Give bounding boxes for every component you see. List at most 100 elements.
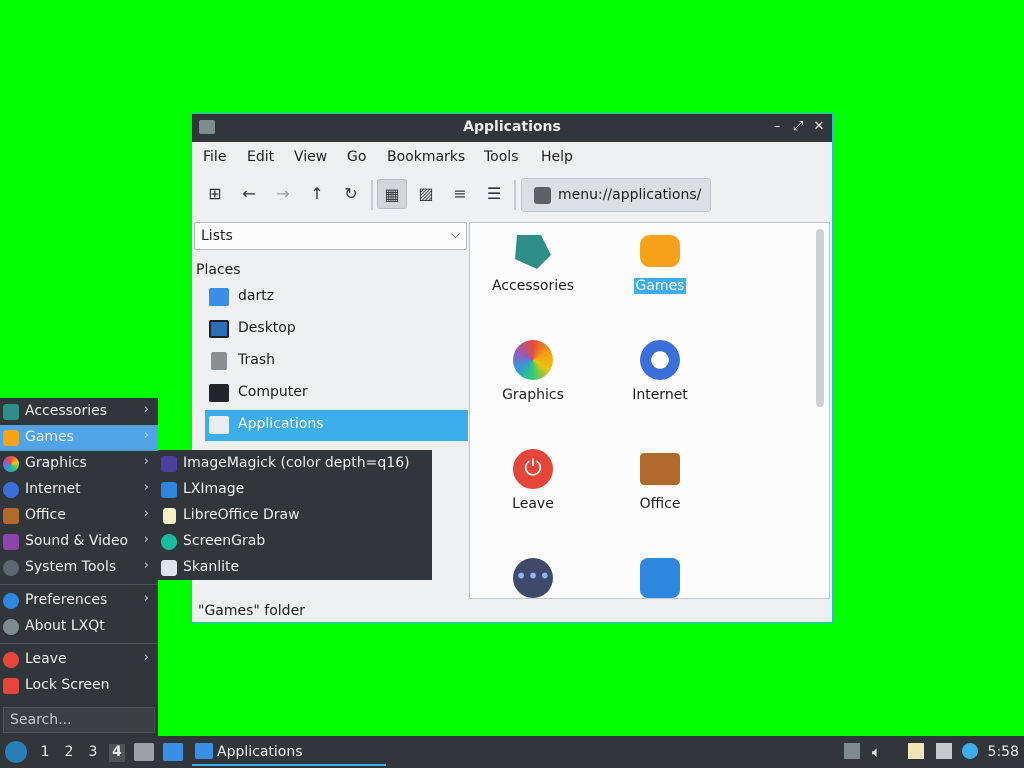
chevron-right-icon: › [143, 428, 149, 443]
menu-item-preferences[interactable]: Preferences › [0, 588, 158, 614]
icon-view[interactable]: Accessories Games Graphics Internet ⏻ Le… [469, 222, 830, 599]
screengrab-icon [161, 534, 177, 550]
side-pane-mode-select[interactable]: Lists ⌵ [194, 222, 467, 250]
desktop-switch-1[interactable]: 1 [37, 744, 53, 762]
clipboard-icon[interactable] [908, 743, 924, 759]
menu-bookmarks[interactable]: Bookmarks [387, 149, 465, 165]
eject-icon[interactable] [844, 743, 860, 759]
show-desktop-icon[interactable] [163, 743, 183, 761]
menu-search-input[interactable]: Search... [3, 707, 155, 733]
minimize-button[interactable]: – [768, 118, 786, 136]
menu-edit[interactable]: Edit [247, 149, 274, 165]
notification-icon[interactable] [962, 743, 978, 759]
more-icon: ••• [513, 558, 553, 598]
imagemagick-icon [161, 456, 177, 472]
submenu-item-screengrab[interactable]: ScreenGrab [158, 529, 432, 555]
restore-button[interactable]: ⤢ [789, 118, 807, 136]
place-trash[interactable]: Trash [205, 346, 468, 377]
clock[interactable]: 5:58 [988, 744, 1019, 760]
menu-item-label: Leave [25, 651, 67, 667]
menu-item-leave[interactable]: Leave › [0, 647, 158, 673]
submenu-item-lximage[interactable]: LXImage [158, 477, 432, 503]
menu-view[interactable]: View [294, 149, 327, 165]
desktop-switch-4[interactable]: 4 [109, 744, 125, 762]
folder-office[interactable]: Office [600, 443, 720, 533]
menu-help[interactable]: Help [541, 149, 573, 165]
item-label: Internet [632, 387, 688, 403]
thumbnail-view-icon[interactable]: ▨ [411, 179, 441, 209]
graphics-icon [3, 456, 19, 472]
desktop-switch-2[interactable]: 2 [61, 744, 77, 762]
submenu-item-skanlite[interactable]: Skanlite [158, 555, 432, 581]
new-tab-icon[interactable]: ⊞ [200, 179, 230, 209]
menu-tools[interactable]: Tools [484, 149, 519, 165]
submenu-item-libreoffice-draw[interactable]: LibreOffice Draw [158, 503, 432, 529]
chevron-right-icon: › [143, 454, 149, 469]
start-menu[interactable]: Accessories › Games › Graphics › Interne… [0, 398, 158, 736]
place-computer[interactable]: Computer [205, 378, 468, 409]
menu-item-system-tools[interactable]: System Tools › [0, 555, 158, 581]
folder-more[interactable]: ••• [473, 552, 593, 598]
network-icon[interactable] [936, 743, 952, 759]
place-desktop[interactable]: Desktop [205, 314, 468, 345]
folder-graphics[interactable]: Graphics [473, 334, 593, 424]
submenu-item-imagemagick[interactable]: ImageMagick (color depth=q16) [158, 451, 432, 477]
forward-icon[interactable]: → [268, 179, 298, 209]
folder-internet[interactable]: Internet [600, 334, 720, 424]
file-manager-launcher-icon[interactable] [134, 743, 154, 761]
place-label: Applications [238, 416, 324, 432]
title-bar[interactable]: Applications – ⤢ ✕ [192, 114, 832, 142]
desktop-switch-3[interactable]: 3 [85, 744, 101, 762]
start-menu-icon[interactable] [5, 741, 27, 763]
back-icon[interactable]: ← [234, 179, 264, 209]
games-icon [3, 430, 19, 446]
item-label: Games [633, 278, 687, 294]
item-label: Accessories [491, 278, 575, 294]
menu-item-about[interactable]: About LXQt [0, 614, 158, 640]
menu-item-sound-video[interactable]: Sound & Video › [0, 529, 158, 555]
search-placeholder: Search... [10, 712, 72, 728]
menu-go[interactable]: Go [347, 149, 366, 165]
close-button[interactable]: ✕ [810, 118, 828, 136]
chevron-right-icon: › [143, 402, 149, 417]
chevron-right-icon: › [143, 506, 149, 521]
icon-view-icon[interactable]: ▦ [377, 179, 407, 209]
side-pane-mode-value: Lists [201, 228, 233, 244]
menu-item-games[interactable]: Games › [0, 425, 158, 451]
folder-icon [195, 743, 213, 759]
place-applications[interactable]: Applications [205, 410, 468, 441]
toolbar-separator [371, 180, 373, 210]
menu-item-accessories[interactable]: Accessories › [0, 399, 158, 425]
office-icon [3, 508, 19, 524]
path-bar[interactable]: menu://applications/ [521, 178, 711, 212]
reload-icon[interactable]: ↻ [336, 179, 366, 209]
volume-icon[interactable]: 🔈︎ [872, 743, 888, 761]
folder-leave[interactable]: ⏻ Leave [473, 443, 593, 533]
scrollbar[interactable] [816, 229, 824, 407]
menu-item-internet[interactable]: Internet › [0, 477, 158, 503]
menu-item-graphics[interactable]: Graphics › [0, 451, 158, 477]
folder-accessories[interactable]: Accessories [473, 225, 593, 315]
folder-preferences[interactable] [600, 552, 720, 598]
item-label: Office [639, 496, 681, 512]
folder-games[interactable]: Games [600, 225, 720, 315]
menu-item-office[interactable]: Office › [0, 503, 158, 529]
detailed-view-icon[interactable]: ☰ [479, 179, 509, 209]
menu-file[interactable]: File [203, 149, 226, 165]
menu-item-label: Internet [25, 481, 81, 497]
lximage-icon [161, 482, 177, 498]
up-icon[interactable]: ↑ [302, 179, 332, 209]
games-submenu[interactable]: ImageMagick (color depth=q16) LXImage Li… [158, 450, 432, 580]
taskbar: 1 2 3 4 Applications 🔈︎ 5:58 [0, 736, 1024, 768]
office-icon [640, 453, 680, 485]
chevron-right-icon: › [143, 591, 149, 606]
compact-view-icon[interactable]: ≡ [445, 179, 475, 209]
menu-separator [0, 643, 158, 644]
system-tools-icon [3, 560, 19, 576]
place-dartz[interactable]: dartz [205, 282, 468, 313]
task-applications[interactable]: Applications [192, 738, 386, 766]
item-label: Graphics [502, 387, 564, 403]
home-folder-icon [209, 288, 229, 306]
path-text: menu://applications/ [558, 187, 702, 203]
menu-item-lock-screen[interactable]: Lock Screen [0, 673, 158, 699]
